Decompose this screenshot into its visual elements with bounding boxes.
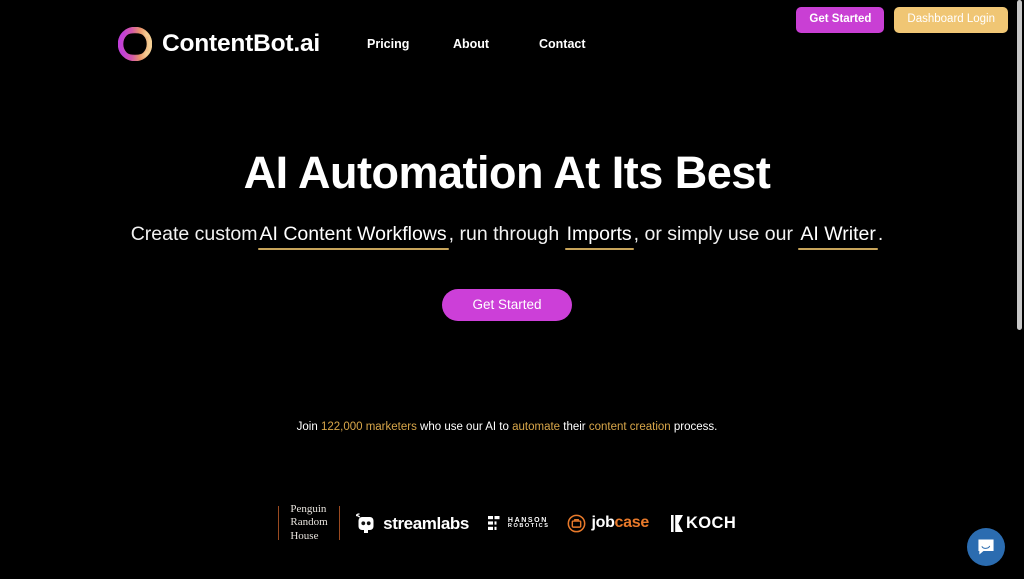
nav-link-pricing[interactable]: Pricing <box>367 31 409 57</box>
logo-divider-right <box>338 506 341 541</box>
social-proof-part3: their <box>563 421 586 433</box>
chat-launcher-button[interactable] <box>967 528 1005 566</box>
hero-subtitle-part3: , or simply use our <box>633 223 793 245</box>
hanson-line-2: ROBOTICS <box>507 522 550 529</box>
hanson-grid-icon <box>487 516 500 531</box>
nav-link-about[interactable]: About <box>453 31 489 57</box>
hero-highlight-workflows[interactable]: AI Content Workflows <box>257 222 449 251</box>
social-proof-part1: Join <box>296 421 318 433</box>
hero-subtitle-part4: . <box>877 223 884 245</box>
client-logo-strip: Penguin Random House streamlabs HANSON R… <box>0 503 1014 543</box>
jobcase-text-case: case <box>614 514 650 532</box>
page-scrollbar-track[interactable] <box>1014 0 1024 579</box>
jobcase-wordmark: jobcase <box>591 515 649 531</box>
dashboard-login-button[interactable]: Dashboard Login <box>894 7 1008 33</box>
koch-wordmark: KOCH <box>685 513 737 532</box>
main-nav: Pricing About Contact <box>367 31 586 57</box>
chat-bubble-icon <box>978 539 994 555</box>
logo-penguin-random-house: Penguin Random House <box>279 503 338 543</box>
hero-highlight-imports[interactable]: Imports <box>564 222 634 251</box>
logo-hanson-robotics: HANSON ROBOTICS <box>487 516 550 531</box>
jobcase-mark-icon <box>568 514 586 533</box>
social-proof-content-creation: content creation <box>588 421 671 433</box>
social-proof-part2: who use our AI to <box>420 421 509 433</box>
hero-subtitle: Create custom AI Content Workflows, run t… <box>0 222 1014 251</box>
brand-logo-link[interactable]: ContentBot.ai <box>118 27 320 61</box>
logo-koch: KOCH <box>670 513 737 532</box>
hanson-wordmark: HANSON ROBOTICS <box>508 517 550 530</box>
hero-highlight-ai-writer[interactable]: AI Writer <box>798 222 879 251</box>
hero-cta-wrapper: Get Started <box>0 289 1014 321</box>
jobcase-text-job: job <box>591 514 615 532</box>
prh-line-2: Random <box>290 516 328 529</box>
logo-jobcase: jobcase <box>567 514 649 533</box>
prh-line-3: House <box>290 529 319 542</box>
hero-subtitle-part2: , run through <box>448 223 560 245</box>
prh-line-1: Penguin <box>290 503 327 515</box>
streamlabs-mark-icon <box>356 513 374 534</box>
social-proof-text: Join 122,000 marketers who use our AI to… <box>0 419 1014 435</box>
contentbot-ring-icon <box>118 27 152 61</box>
page-scrollbar-thumb[interactable] <box>1017 0 1022 330</box>
streamlabs-wordmark: streamlabs <box>383 513 469 533</box>
page-title: AI Automation At Its Best <box>243 147 771 198</box>
social-proof-automate: automate <box>512 421 561 433</box>
hero-subtitle-part1: Create custom <box>130 223 258 245</box>
brand-name: ContentBot.ai <box>162 29 320 57</box>
topbar-actions: Get Started Dashboard Login <box>796 7 1008 33</box>
get-started-button-top[interactable]: Get Started <box>796 7 885 33</box>
social-proof-count: 122,000 marketers <box>320 421 417 433</box>
get-started-button-hero[interactable]: Get Started <box>442 289 572 321</box>
logo-streamlabs: streamlabs <box>356 512 469 534</box>
koch-mark-icon <box>670 514 683 532</box>
nav-link-contact[interactable]: Contact <box>539 31 586 57</box>
social-proof-part4: process. <box>673 421 718 433</box>
